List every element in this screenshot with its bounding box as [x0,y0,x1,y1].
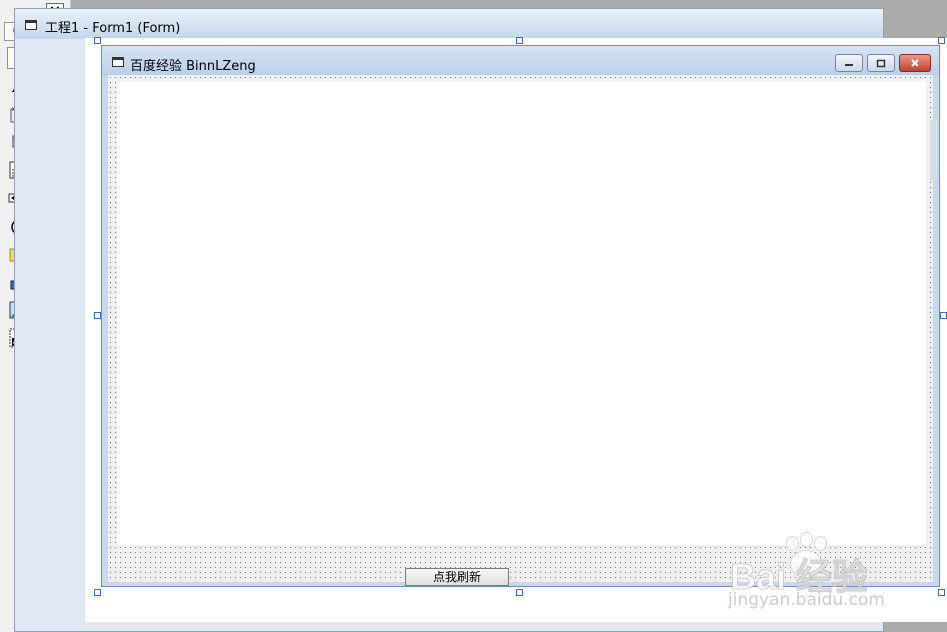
form-titlebar[interactable]: 百度经验 BinnLZeng [102,46,939,76]
form-title: 百度经验 BinnLZeng [130,59,256,74]
form-window: 百度经验 BinnLZeng 点我刷新 [101,45,940,587]
close-icon [911,59,919,67]
resize-handle-bottom-left[interactable] [94,589,101,596]
designer-title: 工程1 - Form1 (Form) [45,21,181,36]
minimize-icon [845,64,853,66]
resize-handle-right[interactable] [940,312,947,319]
vertical-scrollbar-strip[interactable] [930,120,938,180]
resize-handle-top-left[interactable] [94,37,101,44]
maximize-button[interactable] [867,54,895,72]
resize-handle-bottom-right[interactable] [938,589,945,596]
designer-titlebar[interactable]: 工程1 - Form1 (Form) [15,9,883,39]
form-window-icon [112,57,124,67]
form-icon [25,20,37,30]
resize-handle-left[interactable] [94,312,101,319]
refresh-button[interactable]: 点我刷新 [405,568,509,586]
minimize-button[interactable] [835,54,863,72]
close-button[interactable] [899,54,931,72]
form-client-area: 点我刷新 [108,75,933,586]
resize-handle-bottom[interactable] [516,589,523,596]
maximize-icon [876,59,886,67]
resize-handle-top[interactable] [516,37,523,44]
picture-box[interactable] [117,81,926,545]
resize-handle-top-right[interactable] [938,37,945,44]
